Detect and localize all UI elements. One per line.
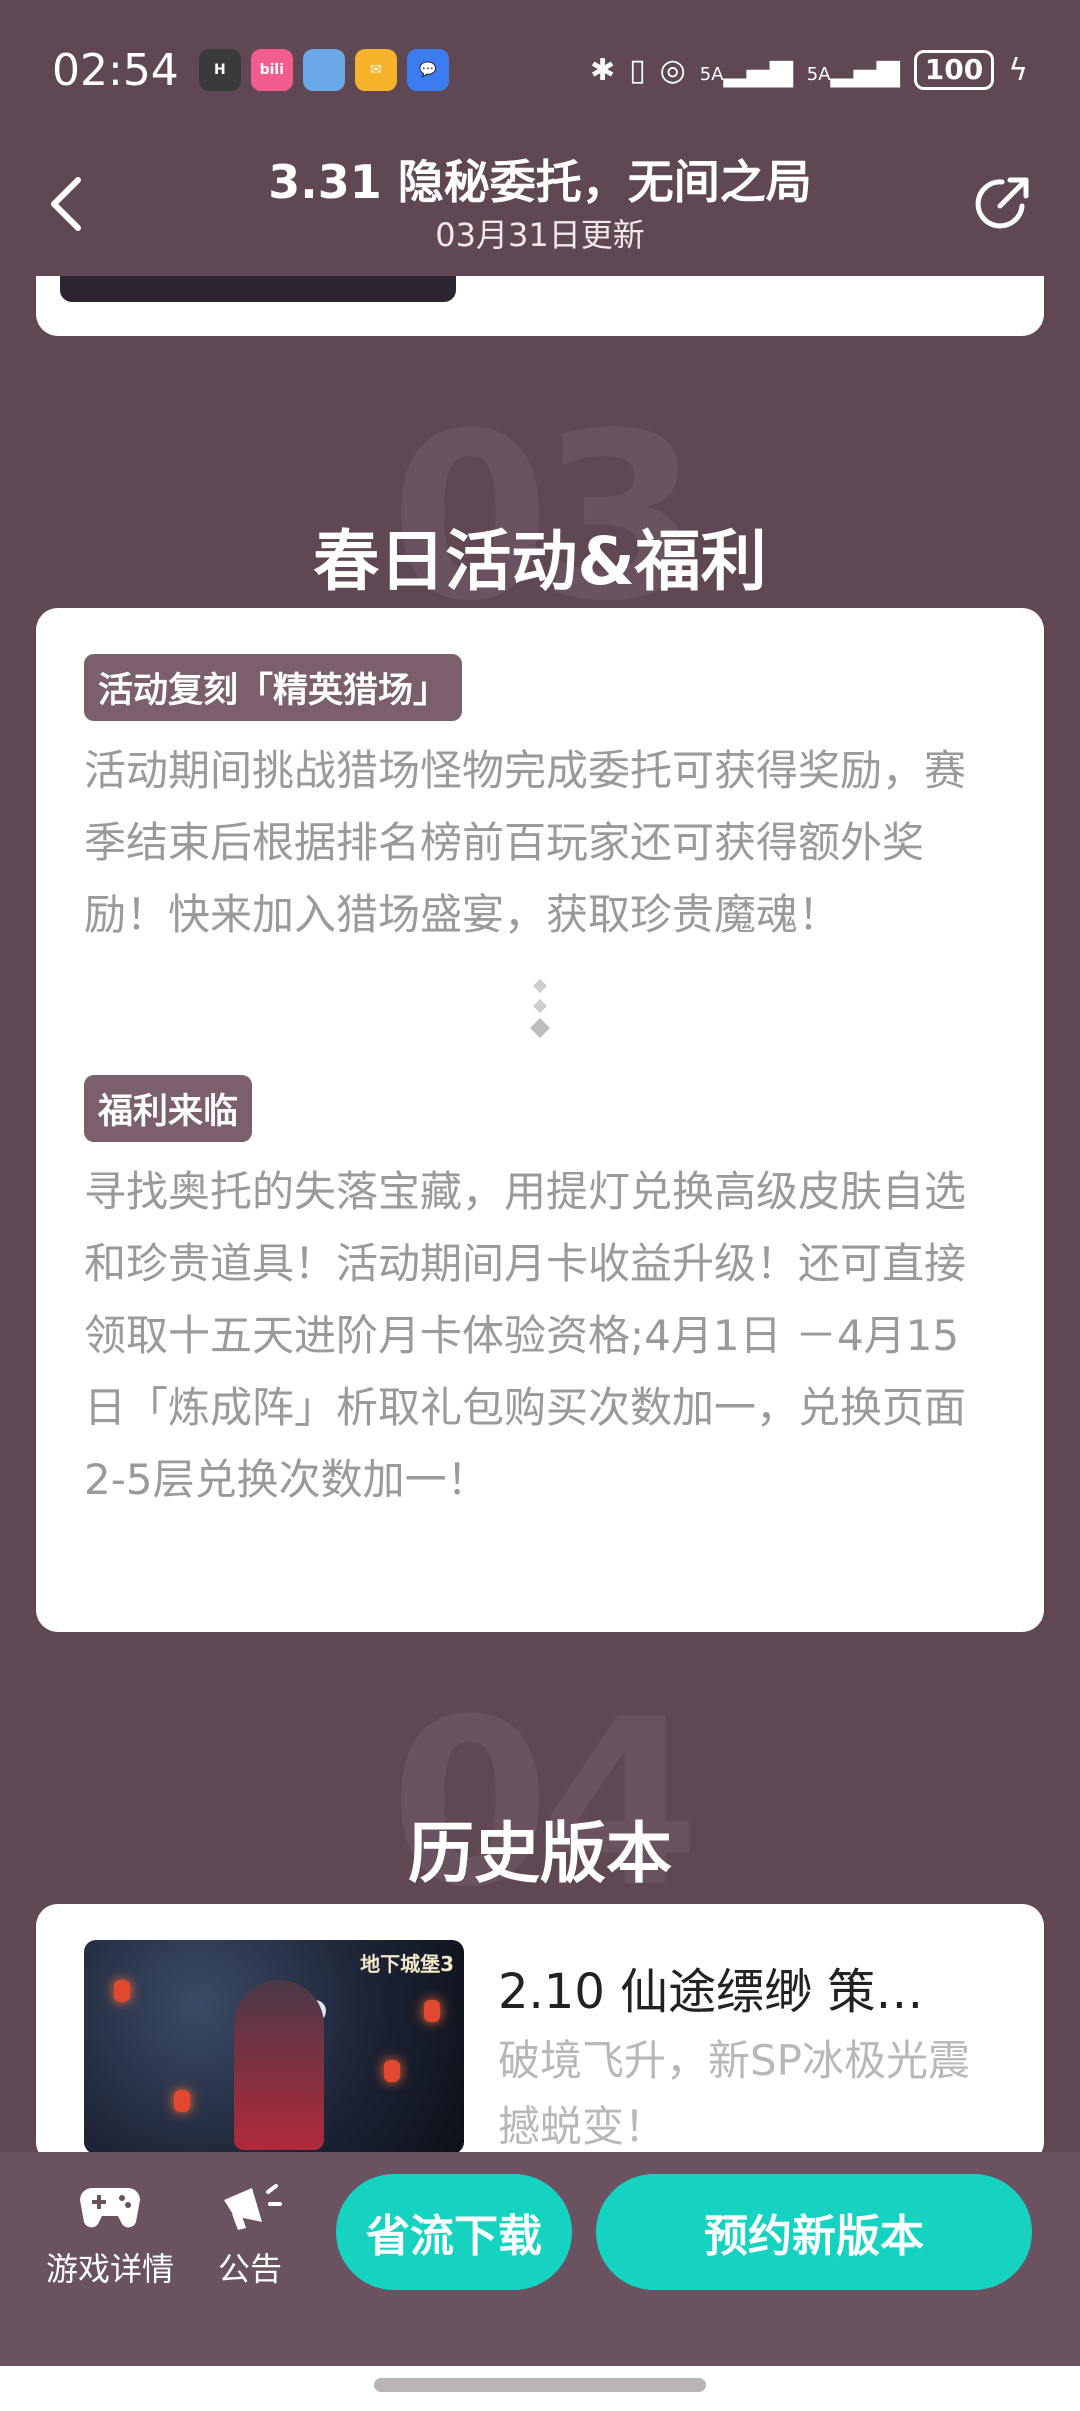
lantern-shape: [114, 1980, 130, 2002]
share-icon: [975, 177, 1029, 229]
charging-icon: ϟ: [1008, 52, 1028, 88]
lantern-shape: [174, 2090, 190, 2112]
save-data-download-button[interactable]: 省流下载: [336, 2174, 572, 2290]
bottom-action-bar: 游戏详情 公告 省流下载 预约新版本: [0, 2152, 1080, 2366]
vibrate-icon: ▯: [629, 52, 646, 88]
battery-icon: 100: [913, 50, 995, 90]
message-icon: 💬: [406, 49, 449, 91]
game-logo: 地下城堡3: [360, 1952, 454, 1976]
welfare-tag: 福利来临: [84, 1075, 253, 1142]
lantern-shape: [424, 2000, 440, 2022]
anime-app-icon: [302, 49, 345, 91]
home-indicator[interactable]: [374, 2378, 706, 2392]
divider-dot: [530, 1018, 550, 1038]
game-detail-button[interactable]: 游戏详情: [46, 2178, 174, 2290]
reserve-new-version-button[interactable]: 预约新版本: [596, 2174, 1032, 2290]
character-figure: [234, 1980, 324, 2150]
divider-dot: [532, 978, 548, 994]
spring-activity-card: 活动复刻「精英猎场」 活动期间挑战猎场怪物完成委托可获得奖励，赛季结束后根据排名…: [36, 608, 1044, 1632]
mail-icon: ✉: [354, 49, 397, 91]
status-time: 02:54: [52, 44, 179, 96]
history-version-image: 地下城堡3: [84, 1940, 464, 2154]
hotspot-icon: ◎: [659, 52, 686, 88]
activity-tag: 活动复刻「精英猎场」: [84, 654, 463, 721]
app-h-icon: H: [198, 49, 241, 91]
lantern-shape: [384, 2060, 400, 2082]
announcement-button[interactable]: 公告: [218, 2178, 282, 2290]
bilibili-icon: bili: [250, 49, 293, 91]
signal-2-label: 5A: [806, 63, 831, 85]
divider-dot: [532, 998, 548, 1014]
history-version-description: 破境飞升，新SP冰极光震撼蜕变！: [498, 2036, 970, 2151]
game-detail-label: 游戏详情: [46, 2250, 175, 2288]
share-button[interactable]: [962, 164, 1042, 244]
section-title-history: 历史版本: [408, 1815, 672, 1892]
status-bar: 02:54 H bili ✉ 💬 ✱ ▯ ◎ 5A▂▄▆ 5A▂▄▆ 100 ϟ: [0, 0, 1080, 140]
signal-1-icon: 5A▂▄▆: [699, 52, 793, 88]
page-header: 3.31 隐秘委托，无间之局 03月31日更新: [0, 140, 1080, 276]
update-date: 03月31日更新: [435, 216, 645, 254]
activity-description: 活动期间挑战猎场怪物完成委托可获得奖励，赛季结束后根据排名榜前百玩家还可获得额外…: [84, 746, 967, 939]
welfare-description: 寻找奥托的失落宝藏，用提灯兑换高级皮肤自选和珍贵道具！活动期间月卡收益升级！还可…: [84, 1167, 967, 1504]
history-version-title: 2.10 仙途缥缈 策…: [498, 1964, 924, 2020]
system-icons: ✱ ▯ ◎ 5A▂▄▆ 5A▂▄▆ 100 ϟ: [590, 50, 1028, 90]
bluetooth-icon: ✱: [589, 52, 616, 88]
announcement-label: 公告: [218, 2250, 283, 2288]
signal-1-label: 5A: [699, 63, 724, 85]
page-title: 3.31 隐秘委托，无间之局: [268, 155, 812, 209]
signal-2-icon: 5A▂▄▆: [806, 52, 900, 88]
gamepad-icon: [80, 2188, 140, 2228]
megaphone-icon: [224, 2184, 282, 2230]
history-version-card[interactable]: 地下城堡3 2.10 仙途缥缈 策… 破境飞升，新SP冰极光震撼蜕变！: [36, 1904, 1044, 2164]
section-title-spring: 春日活动&福利: [313, 523, 767, 600]
dots-divider: [84, 978, 996, 1038]
notification-icons: H bili ✉ 💬: [198, 49, 449, 91]
